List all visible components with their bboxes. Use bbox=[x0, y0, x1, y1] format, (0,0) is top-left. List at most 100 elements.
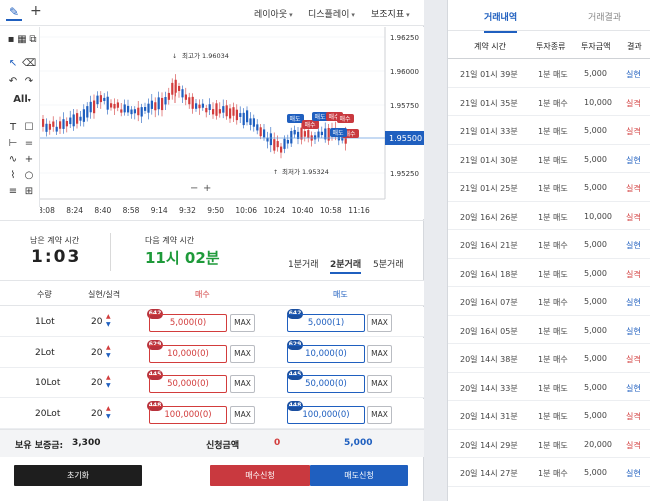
history-result: 실격 bbox=[626, 355, 641, 364]
zoom-in-icon[interactable]: + bbox=[203, 183, 211, 194]
history-type: 1분 매도 bbox=[538, 127, 568, 136]
timer-divider bbox=[110, 233, 111, 271]
trade-tag-label: 매도 bbox=[290, 115, 302, 123]
sell-amount-field[interactable]: 100,000(0) bbox=[287, 405, 365, 424]
expand-icon[interactable]: ⧉ bbox=[26, 33, 40, 47]
fib-icon[interactable]: ≡ bbox=[6, 185, 20, 199]
price-chart[interactable]: 1.95500 1.96250 1.96000 1.95750 1.95250 8:0… bbox=[40, 27, 424, 219]
current-price-label: 1.95500 bbox=[389, 134, 422, 143]
all-selector[interactable]: All▾ bbox=[10, 93, 34, 107]
pencil-icon[interactable]: ✎ bbox=[6, 5, 22, 21]
indicator-menu-label: 보조지표 bbox=[371, 10, 405, 20]
x-tick-label: 10:06 bbox=[235, 206, 257, 215]
candle bbox=[222, 106, 225, 113]
history-amount: 5,000 bbox=[584, 69, 607, 78]
history-row: 20일 14시 31분 1분 매도 5,000 실격 bbox=[448, 401, 650, 430]
lot-label: 2Lot bbox=[35, 347, 55, 358]
decrease-icon[interactable]: ▼ bbox=[106, 413, 111, 421]
brush-icon[interactable]: ⌇ bbox=[6, 169, 20, 183]
sell-apply-button[interactable]: 매도신청 bbox=[310, 465, 408, 486]
circle-icon[interactable]: ○ bbox=[22, 169, 36, 183]
x-tick-label: 8:24 bbox=[66, 206, 83, 215]
history-row: 20일 14시 29분 1분 매도 20,000 실격 bbox=[448, 430, 650, 458]
count-stepper[interactable]: ▲ ▼ bbox=[106, 344, 111, 360]
buy-apply-button[interactable]: 매수신청 bbox=[210, 465, 310, 486]
sell-max-button[interactable]: MAX bbox=[367, 314, 392, 332]
sell-max-button[interactable]: MAX bbox=[367, 405, 392, 424]
history-time: 20일 16시 18분 bbox=[460, 269, 518, 279]
comment-icon[interactable]: ☐ bbox=[22, 121, 36, 135]
buy-amount-field[interactable]: 5,000(0) bbox=[149, 314, 227, 332]
undo-icon[interactable]: ↶ bbox=[6, 75, 20, 89]
indicator-menu[interactable]: 보조지표 ▾ bbox=[371, 7, 410, 20]
count-stepper[interactable]: ▲ ▼ bbox=[106, 405, 111, 421]
sell-max-button[interactable]: MAX bbox=[367, 344, 392, 363]
history-time: 20일 16시 05분 bbox=[460, 326, 518, 336]
reset-button[interactable]: 초기화 bbox=[14, 465, 142, 486]
sell-amount-field[interactable]: 5,000(1) bbox=[287, 314, 365, 332]
sell-max-button[interactable]: MAX bbox=[367, 375, 392, 393]
buy-amount-field[interactable]: 50,000(0) bbox=[149, 375, 227, 393]
high-arrow-icon: ↓ bbox=[172, 53, 177, 60]
display-menu-label: 디스플레이 bbox=[308, 10, 350, 20]
tab-2min[interactable]: 2분거래 bbox=[330, 255, 362, 274]
tab-1min[interactable]: 1분거래 bbox=[288, 255, 319, 272]
candle bbox=[290, 131, 293, 144]
history-time: 20일 14시 31분 bbox=[460, 412, 518, 421]
history-row: 21일 01시 30분 1분 매도 5,000 실현 bbox=[448, 145, 650, 173]
increase-icon[interactable]: ▲ bbox=[106, 313, 111, 321]
lot-label: 20Lot bbox=[35, 408, 61, 419]
count-stepper[interactable]: ▲ ▼ bbox=[106, 313, 111, 329]
tab-5min[interactable]: 5분거래 bbox=[373, 255, 404, 272]
candle bbox=[76, 113, 79, 124]
tab-trade-history[interactable]: 거래내역 bbox=[484, 10, 518, 33]
sell-amount-field[interactable]: 10,000(0) bbox=[287, 344, 365, 363]
candle bbox=[303, 131, 306, 137]
history-time: 20일 14시 33분 bbox=[460, 383, 518, 393]
history-row: 21일 01시 39분 1분 매도 5,000 실현 bbox=[448, 59, 650, 88]
chevron-down-icon: ▾ bbox=[351, 11, 355, 19]
decrease-icon[interactable]: ▼ bbox=[106, 321, 111, 329]
buy-max-button[interactable]: MAX bbox=[230, 314, 255, 332]
display-menu[interactable]: 디스플레이 ▾ bbox=[308, 7, 355, 20]
eraser-icon[interactable]: ⌫ bbox=[22, 57, 36, 71]
decrease-icon[interactable]: ▼ bbox=[106, 382, 111, 390]
candle bbox=[307, 130, 310, 138]
buy-amount-field[interactable]: 10,000(0) bbox=[149, 344, 227, 363]
buy-max-button[interactable]: MAX bbox=[230, 405, 255, 424]
count-stepper[interactable]: ▲ ▼ bbox=[106, 374, 111, 390]
increase-icon[interactable]: ▲ bbox=[106, 374, 111, 382]
candle bbox=[140, 107, 143, 117]
add-tab-icon[interactable]: + bbox=[30, 3, 44, 19]
candle bbox=[249, 118, 252, 125]
sell-amount-field[interactable]: 50,000(0) bbox=[287, 375, 365, 393]
history-time: 20일 14시 27분 bbox=[460, 469, 518, 478]
candle bbox=[327, 127, 330, 141]
cursor-icon[interactable]: ↖ bbox=[6, 57, 20, 71]
candle bbox=[184, 94, 187, 100]
candle bbox=[195, 103, 198, 109]
history-type: 1분 매수 bbox=[538, 469, 568, 478]
trend-line-icon[interactable]: ∿ bbox=[6, 153, 20, 167]
decrease-icon[interactable]: ▼ bbox=[106, 352, 111, 360]
x-tick-label: 9:14 bbox=[151, 206, 168, 215]
buy-amount-field[interactable]: 100,000(0) bbox=[149, 405, 227, 424]
candle bbox=[201, 103, 204, 108]
chart-background bbox=[40, 27, 424, 219]
redo-icon[interactable]: ↷ bbox=[22, 75, 36, 89]
measure-icon[interactable]: ⊞ bbox=[22, 185, 36, 199]
layout-menu[interactable]: 레이아웃 ▾ bbox=[254, 7, 293, 20]
buy-max-button[interactable]: MAX bbox=[230, 375, 255, 393]
candle bbox=[276, 141, 279, 148]
parallel-line-icon[interactable]: = bbox=[22, 137, 36, 151]
buy-max-button[interactable]: MAX bbox=[230, 344, 255, 363]
text-icon[interactable]: T bbox=[6, 121, 20, 135]
tab-trade-result[interactable]: 거래결과 bbox=[588, 10, 621, 23]
increase-icon[interactable]: ▲ bbox=[106, 344, 111, 352]
increase-icon[interactable]: ▲ bbox=[106, 405, 111, 413]
candle bbox=[218, 109, 221, 114]
candle bbox=[293, 129, 296, 135]
crosshair-icon[interactable]: + bbox=[22, 153, 36, 167]
zoom-out-icon[interactable]: − bbox=[190, 183, 198, 194]
horizontal-line-icon[interactable]: ⊢ bbox=[6, 137, 20, 151]
